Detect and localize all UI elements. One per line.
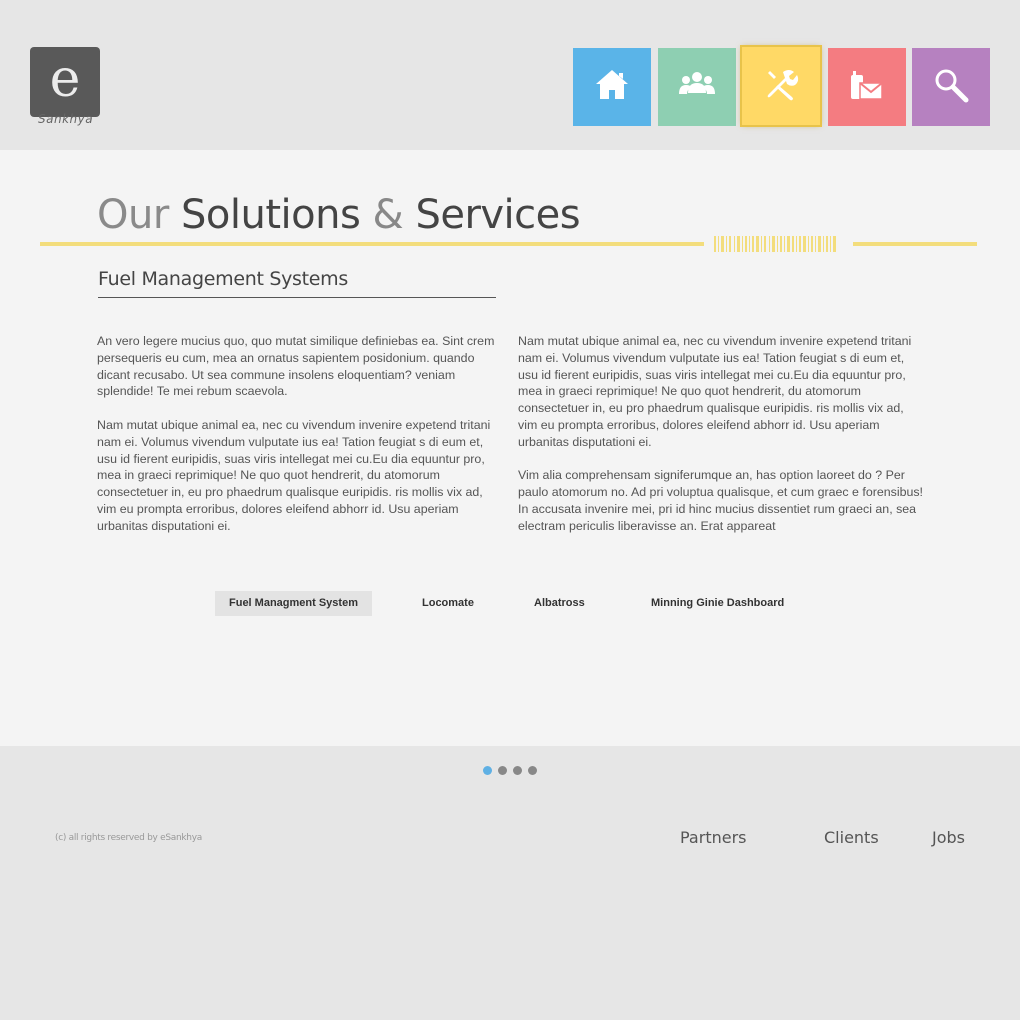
users-icon (677, 65, 717, 110)
text-column-right: Nam mutat ubique animal ea, nec cu viven… (518, 333, 923, 551)
tools-icon (761, 64, 801, 109)
tab-locomate[interactable]: Locomate (422, 591, 474, 616)
footer-link-partners[interactable]: Partners (680, 828, 746, 847)
paragraph: An vero legere mucius quo, quo mutat sim… (97, 334, 495, 399)
logo-letter: e (49, 49, 81, 109)
contact-icon (847, 65, 887, 110)
text-column-left: An vero legere mucius quo, quo mutat sim… (97, 333, 502, 551)
page-title-light: Our (97, 192, 169, 238)
nav-team-tile[interactable] (658, 48, 736, 126)
paragraph: Nam mutat ubique animal ea, nec cu viven… (97, 417, 491, 533)
footer-link-jobs[interactable]: Jobs (932, 828, 965, 847)
logo-name: Sankhya (38, 112, 94, 126)
nav-home-tile[interactable] (573, 48, 651, 126)
footer-link-clients[interactable]: Clients (824, 828, 879, 847)
section-title: Fuel Management Systems (98, 268, 348, 290)
paragraph: Nam mutat ubique animal ea, nec cu viven… (518, 334, 912, 449)
logo[interactable]: e (30, 47, 100, 117)
search-icon (931, 65, 971, 110)
tab-albatross[interactable]: Albatross (534, 591, 585, 616)
copyright-text: (c) all rights reserved by eSankhya (55, 833, 202, 843)
carousel-dot-1[interactable] (483, 766, 492, 775)
carousel-dot-3[interactable] (513, 766, 522, 775)
nav-contact-tile[interactable] (828, 48, 906, 126)
page-title-amp: & (372, 192, 404, 238)
nav-tools-tile[interactable] (742, 47, 820, 125)
page-title-part2: Services (415, 192, 581, 238)
carousel-dot-4[interactable] (528, 766, 537, 775)
page-title-part1: Solutions (181, 192, 361, 238)
nav-search-tile[interactable] (912, 48, 990, 126)
tab-minning-ginie-dashboard[interactable]: Minning Ginie Dashboard (651, 591, 784, 616)
barcode-ornament (714, 236, 836, 252)
accent-line-right (853, 242, 977, 246)
carousel-dot-2[interactable] (498, 766, 507, 775)
tab-fuel-management-system[interactable]: Fuel Managment System (215, 591, 372, 616)
page-title: Our Solutions & Services (97, 192, 581, 238)
carousel-pagination (483, 766, 537, 775)
home-icon (592, 65, 632, 110)
section-divider (98, 297, 496, 298)
paragraph: Vim alia comprehensam signiferumque an, … (518, 468, 924, 533)
accent-line-left (40, 242, 704, 246)
